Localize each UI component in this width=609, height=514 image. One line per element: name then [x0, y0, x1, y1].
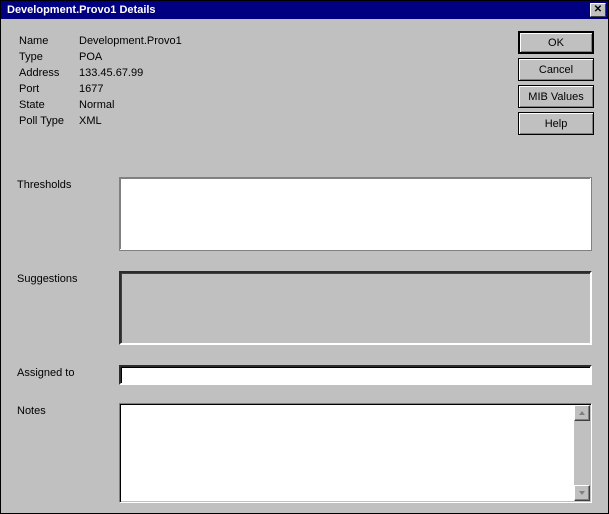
label-name: Name [19, 35, 79, 47]
button-stack: OK Cancel MIB Values Help [518, 31, 594, 135]
thresholds-field[interactable] [119, 177, 592, 251]
thresholds-label: Thresholds [17, 177, 119, 251]
row-name: Name Development.Provo1 [19, 33, 182, 49]
notes-text[interactable] [120, 404, 574, 502]
cancel-button[interactable]: Cancel [518, 58, 594, 81]
assigned-row: Assigned to [17, 365, 592, 385]
value-state: Normal [79, 99, 114, 111]
info-grid: Name Development.Provo1 Type POA Address… [19, 33, 182, 129]
arrow-up-icon [579, 411, 585, 415]
client-area: Name Development.Provo1 Type POA Address… [1, 19, 608, 513]
notes-field[interactable] [119, 403, 592, 503]
label-state: State [19, 99, 79, 111]
close-button[interactable]: ✕ [590, 3, 606, 17]
assigned-field[interactable] [119, 365, 592, 385]
row-type: Type POA [19, 49, 182, 65]
notes-label: Notes [17, 403, 119, 503]
window-title: Development.Provo1 Details [3, 4, 156, 16]
mib-values-button[interactable]: MIB Values [518, 85, 594, 108]
scroll-down-button[interactable] [574, 485, 590, 501]
row-port: Port 1677 [19, 81, 182, 97]
notes-scrollbar[interactable] [574, 405, 590, 501]
ok-button[interactable]: OK [518, 31, 594, 54]
row-state: State Normal [19, 97, 182, 113]
value-type: POA [79, 51, 102, 63]
label-type: Type [19, 51, 79, 63]
thresholds-row: Thresholds [17, 177, 592, 251]
arrow-down-icon [579, 491, 585, 495]
dialog-window: Development.Provo1 Details ✕ Name Develo… [0, 0, 609, 514]
help-button[interactable]: Help [518, 112, 594, 135]
label-address: Address [19, 67, 79, 79]
close-icon: ✕ [594, 5, 602, 15]
label-polltype: Poll Type [19, 115, 79, 127]
scroll-up-button[interactable] [574, 405, 590, 421]
value-name: Development.Provo1 [79, 35, 182, 47]
suggestions-row: Suggestions [17, 271, 592, 345]
assigned-label: Assigned to [17, 365, 119, 385]
row-address: Address 133.45.67.99 [19, 65, 182, 81]
suggestions-field [119, 271, 592, 345]
notes-row: Notes [17, 403, 592, 503]
suggestions-label: Suggestions [17, 271, 119, 345]
value-port: 1677 [79, 83, 103, 95]
value-address: 133.45.67.99 [79, 67, 143, 79]
titlebar: Development.Provo1 Details ✕ [1, 1, 608, 19]
row-polltype: Poll Type XML [19, 113, 182, 129]
value-polltype: XML [79, 115, 102, 127]
label-port: Port [19, 83, 79, 95]
